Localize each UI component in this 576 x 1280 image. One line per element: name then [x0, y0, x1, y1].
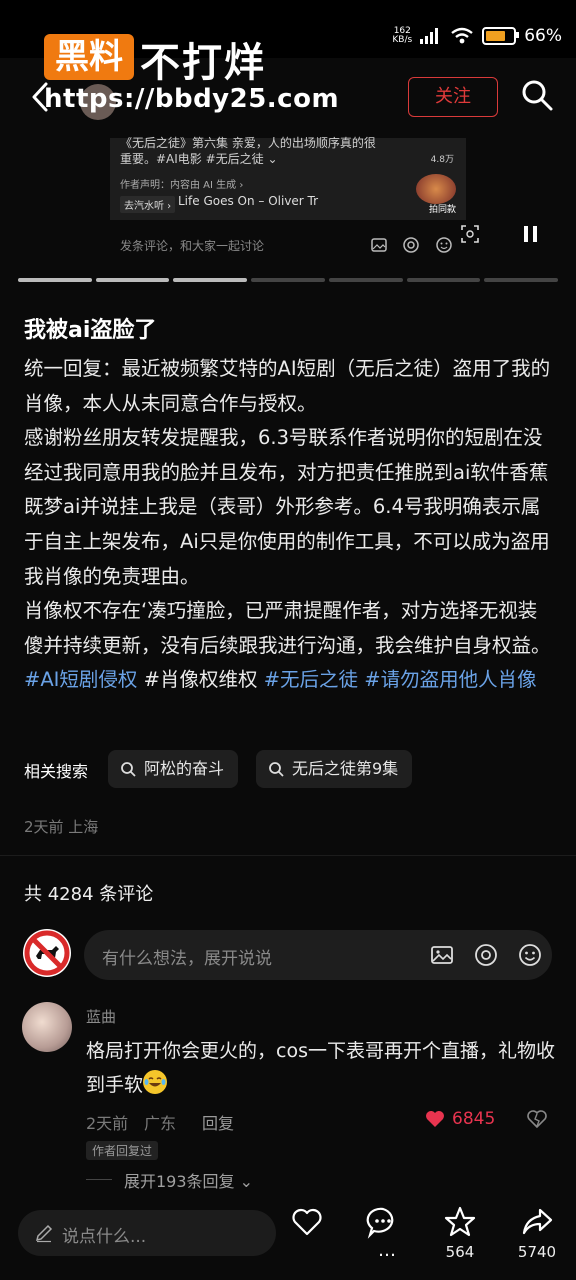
image-icon[interactable]: [370, 236, 388, 254]
commenter-name[interactable]: 蓝曲: [86, 1006, 116, 1027]
search-icon: [121, 762, 136, 777]
like-heart-icon[interactable]: [290, 1205, 324, 1239]
video-views: 4.8万: [430, 155, 454, 165]
post-paragraph-text: 肖像权不存在‘凑巧撞脸，已严肃提醒作者，对方选择无视装傻并持续更新，没有后续跟我…: [24, 599, 551, 657]
carousel-segment: [251, 278, 325, 282]
post-body: 统一回复：最近被频繁艾特的AI短剧（无后之徒）盗用了我的肖像，本人从未同意合作与…: [24, 352, 554, 698]
image-icon[interactable]: [430, 943, 454, 967]
broken-heart-icon[interactable]: [526, 1108, 548, 1130]
say-something-placeholder: 说点什么...: [62, 1227, 147, 1247]
carousel-segment: [328, 278, 403, 282]
watermark-url: https://bbdy25.com: [44, 84, 340, 114]
like-count: 6845: [452, 1109, 496, 1129]
carousel-segment: [406, 278, 481, 282]
author-replied-badge: 作者回复过: [86, 1141, 159, 1160]
search-icon: [269, 762, 284, 777]
hashtag-link[interactable]: #请勿盗用他人肖像: [364, 668, 536, 691]
post-paragraph: 感谢粉丝朋友转发提醒我，6.3号联系作者说明你的短剧在没经过我同意用我的脸并且发…: [24, 426, 550, 588]
related-search-text: 无后之徒第9集: [292, 759, 399, 778]
laughing-crying-emoji-icon: [143, 1070, 168, 1094]
pause-icon[interactable]: [522, 224, 540, 244]
search-icon[interactable]: [520, 78, 554, 112]
carousel-segment: [18, 278, 92, 282]
emoji-icon[interactable]: [435, 236, 453, 254]
related-search-label: 相关搜索: [24, 762, 89, 781]
video-comment-hint[interactable]: 发条评论，和大家一起讨论: [120, 237, 264, 254]
image-carousel-indicator: [18, 278, 559, 282]
net-speed: 162 KB/s: [392, 27, 412, 45]
comment-input-placeholder: 有什么想法，展开说说: [102, 949, 272, 969]
commenter-avatar[interactable]: [22, 1002, 72, 1052]
share-arrow-icon[interactable]: [520, 1205, 554, 1239]
comment-more-dots: …: [378, 1240, 396, 1261]
net-speed-unit: KB/s: [392, 35, 413, 45]
post-time-location: 2天前 上海: [24, 818, 99, 836]
battery-icon: [482, 27, 520, 45]
reply-button[interactable]: 回复: [202, 1110, 234, 1134]
video-caption-line1: 《无后之徒》第六集 亲爱，人的出场顺序真的很: [120, 136, 376, 150]
screenshot-icon[interactable]: [460, 224, 480, 244]
expand-replies-button[interactable]: 展开193条回复 ⌄: [124, 1168, 253, 1192]
ai-notice[interactable]: 作者声明：内容由 AI 生成 ›: [120, 176, 243, 191]
status-icons: 162 KB/s 66%: [392, 26, 562, 46]
emoji-icon[interactable]: [518, 943, 542, 967]
no-dog-avatar-icon[interactable]: [22, 928, 72, 978]
hashtag-link[interactable]: #无后之徒: [264, 668, 358, 691]
divider: [0, 855, 576, 856]
same-style-label[interactable]: 拍同款: [429, 202, 456, 215]
carousel-segment: [95, 278, 170, 282]
post-paragraph: 统一回复：最近被频繁艾特的AI短剧（无后之徒）盗用了我的肖像，本人从未同意合作与…: [24, 357, 551, 415]
comment-count: 共 4284 条评论: [24, 884, 154, 905]
post-title: 我被ai盗脸了: [24, 318, 157, 343]
follow-button[interactable]: 关注: [408, 77, 498, 117]
comment-input[interactable]: 有什么想法，展开说说: [84, 930, 552, 980]
music-title[interactable]: Life Goes On – Oliver Tr: [178, 194, 318, 208]
star-count: 564: [445, 1243, 475, 1261]
post-paragraph: 肖像权不存在‘凑巧撞脸，已严肃提醒作者，对方选择无视装傻并持续更新，没有后续跟我…: [24, 594, 554, 698]
expand-divider: [86, 1179, 112, 1180]
video-preview[interactable]: 《无后之徒》第六集 亲爱，人的出场顺序真的很 重要。#AI电影 #无后之徒 ⌄ …: [110, 136, 466, 220]
star-icon[interactable]: [443, 1205, 477, 1239]
comment-time: 2天前: [86, 1114, 129, 1133]
hashtag-link[interactable]: #AI短剧侵权: [24, 668, 137, 691]
wifi-icon: [451, 27, 473, 44]
carousel-segment: [173, 278, 248, 282]
signal-icon: [420, 28, 439, 44]
watermark-text: 不打烊: [140, 40, 266, 86]
watermark-badge: 黑料: [44, 34, 134, 80]
heart-icon[interactable]: [424, 1108, 446, 1130]
battery-percent: 66%: [524, 26, 562, 46]
comment-location: 广东: [144, 1114, 177, 1133]
pencil-icon: [35, 1224, 53, 1243]
comment-bubble-icon[interactable]: [366, 1205, 400, 1239]
related-search-chip[interactable]: 无后之徒第9集: [256, 750, 413, 788]
carousel-segment: [484, 278, 559, 282]
same-style-thumb[interactable]: [416, 174, 456, 204]
share-count: 5740: [517, 1243, 557, 1261]
at-icon[interactable]: [474, 943, 498, 967]
video-caption-line2: 重要。#AI电影 #无后之徒 ⌄: [120, 152, 278, 166]
related-search-text: 阿松的奋斗: [144, 759, 225, 778]
at-icon[interactable]: [402, 236, 420, 254]
say-something-input[interactable]: 说点什么...: [18, 1210, 276, 1256]
comment-text: 格局打开你会更火的，cos一下表哥再开个直播，礼物收到手软: [86, 1034, 556, 1102]
related-search-chip[interactable]: 阿松的奋斗: [108, 750, 239, 788]
hashtag-link[interactable]: #肖像权维权: [144, 668, 258, 691]
music-source-tag[interactable]: 去汽水听 ›: [120, 196, 176, 213]
